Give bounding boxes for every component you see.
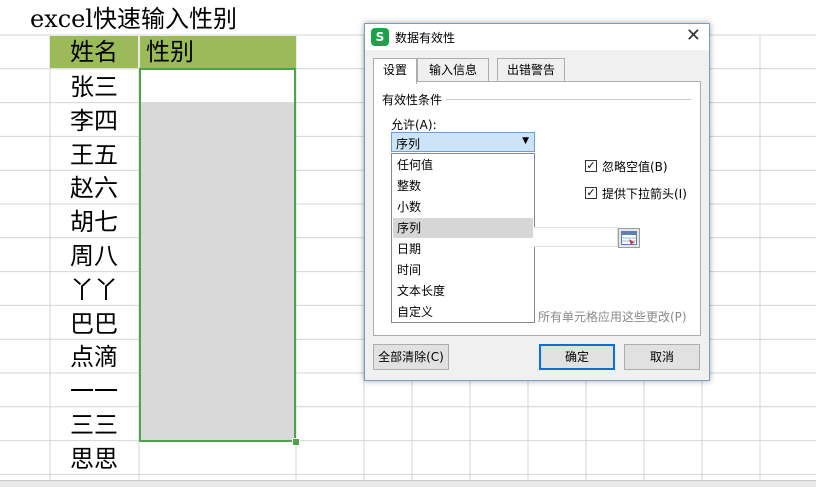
name-cell[interactable]: 胡七 — [50, 205, 138, 237]
ok-button[interactable]: 确定 — [539, 344, 615, 370]
name-cell[interactable]: 点滴 — [50, 340, 138, 372]
clear-all-button[interactable]: 全部清除(C) — [373, 344, 449, 370]
name-cell[interactable]: 一一 — [50, 374, 138, 406]
source-input[interactable] — [534, 227, 618, 247]
in-cell-dropdown-box[interactable]: ✓ — [585, 187, 597, 199]
dropdown-option-time[interactable]: 时间 — [393, 260, 533, 280]
data-validation-dialog: S 数据有效性 ✕ 设置 输入信息 出错警告 有效性条件 允许(A): 序列 ▼… — [364, 23, 710, 381]
dropdown-option-text-length[interactable]: 文本长度 — [393, 281, 533, 301]
close-icon[interactable]: ✕ — [686, 26, 701, 46]
allow-label: 允许(A): — [391, 118, 437, 132]
dropdown-option-custom[interactable]: 自定义 — [393, 302, 533, 322]
ignore-blank-box[interactable]: ✓ — [585, 160, 597, 172]
tab-settings[interactable]: 设置 — [373, 58, 417, 84]
allow-select[interactable]: 序列 ▼ — [391, 132, 535, 152]
name-cell[interactable]: 张三 — [50, 70, 138, 102]
name-cell[interactable]: 思思 — [50, 442, 138, 474]
gender-column-selection[interactable] — [139, 68, 296, 442]
ignore-blank-label: 忽略空值(B) — [602, 160, 668, 174]
fill-handle[interactable] — [292, 438, 300, 446]
dropdown-option-date[interactable]: 日期 — [393, 239, 533, 259]
dialog-titlebar[interactable]: S 数据有效性 ✕ — [365, 24, 709, 50]
wps-app-icon: S — [371, 28, 389, 46]
allow-dropdown-list: 任何值 整数 小数 序列 日期 时间 文本长度 自定义 — [391, 153, 535, 323]
name-cell[interactable]: 赵六 — [50, 171, 138, 203]
header-gender-cell[interactable]: 性别 — [140, 36, 296, 68]
dialog-title: 数据有效性 — [395, 31, 456, 45]
header-name-cell[interactable]: 姓名 — [50, 36, 138, 68]
range-select-icon[interactable] — [618, 228, 640, 248]
in-cell-dropdown-label: 提供下拉箭头(I) — [602, 187, 687, 201]
dropdown-option-whole-number[interactable]: 整数 — [393, 176, 533, 196]
dropdown-option-any[interactable]: 任何值 — [393, 155, 533, 175]
name-cell[interactable]: 丫丫 — [50, 273, 138, 305]
group-divider — [446, 99, 691, 100]
name-cell[interactable]: 三三 — [50, 408, 138, 440]
apply-to-all-checkbox-label: 所有单元格应用这些更改(P) — [538, 310, 687, 324]
dropdown-option-list[interactable]: 序列 — [393, 218, 533, 238]
title-cell[interactable]: excel快速输入性别 — [30, 3, 237, 35]
name-cell[interactable]: 巴巴 — [50, 307, 138, 339]
dropdown-option-decimal[interactable]: 小数 — [393, 197, 533, 217]
tab-error-alert[interactable]: 出错警告 — [497, 58, 565, 81]
name-cell[interactable]: 王五 — [50, 138, 138, 170]
settings-panel: 有效性条件 允许(A): 序列 ▼ 任何值 整数 小数 序列 日期 时间 文本长… — [373, 81, 701, 336]
name-cell[interactable]: 周八 — [50, 239, 138, 271]
tab-input-message[interactable]: 输入信息 — [417, 58, 489, 81]
validation-criteria-label: 有效性条件 — [382, 91, 447, 108]
name-cell[interactable]: 李四 — [50, 104, 138, 136]
allow-select-value: 序列 — [396, 137, 421, 151]
chevron-down-icon[interactable]: ▼ — [522, 136, 529, 146]
cancel-button[interactable]: 取消 — [624, 344, 700, 370]
